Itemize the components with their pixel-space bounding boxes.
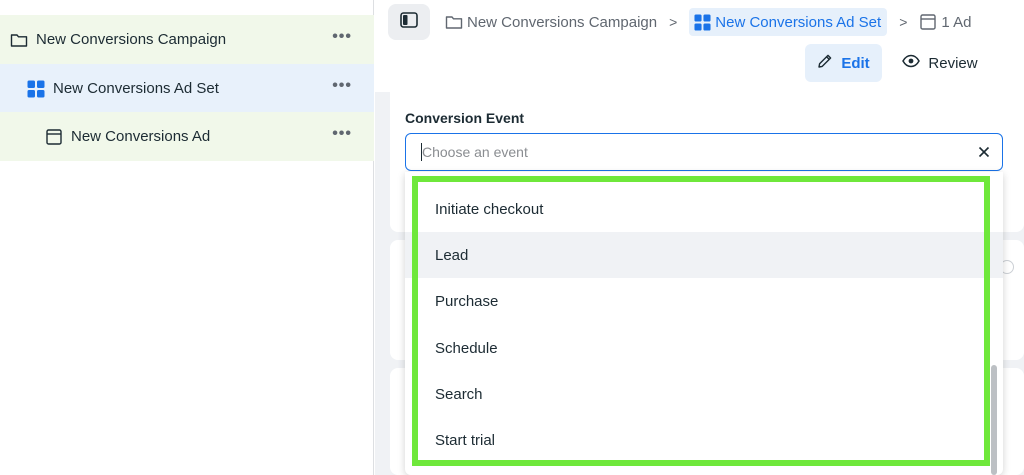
text-caret <box>421 143 422 161</box>
more-options-icon[interactable]: ••• <box>332 78 352 94</box>
event-option[interactable]: Purchase <box>405 278 1003 324</box>
more-options-icon[interactable]: ••• <box>332 126 352 142</box>
tree-item-label: New Conversions Ad <box>71 128 211 145</box>
tree-item-label: New Conversions Ad Set <box>53 80 219 97</box>
conversion-event-label: Conversion Event <box>405 110 525 126</box>
folder-icon <box>10 31 28 49</box>
more-options-icon[interactable]: ••• <box>332 29 352 45</box>
tree-item-ad[interactable]: New Conversions Ad ••• <box>0 112 374 161</box>
dropdown-scrollbar[interactable] <box>991 365 997 475</box>
event-dropdown-list: Initiate checkout Lead Purchase Schedule… <box>405 172 1003 475</box>
grid-icon <box>27 80 45 98</box>
conversion-field-layer: Conversion Event Initiate checkout Lead … <box>375 0 1024 475</box>
event-option[interactable]: Schedule <box>405 325 1003 371</box>
tree-item-adset[interactable]: New Conversions Ad Set ••• <box>0 64 374 113</box>
clear-icon[interactable] <box>975 143 993 161</box>
conversion-event-input[interactable] <box>405 133 1003 171</box>
ad-window-icon <box>45 128 63 146</box>
structure-tree-panel: New Conversions Campaign ••• New Convers… <box>0 0 374 475</box>
event-option[interactable]: Search <box>405 371 1003 417</box>
tree-item-label: New Conversions Campaign <box>36 31 227 48</box>
event-option[interactable]: Lead <box>405 232 1003 278</box>
tree-item-campaign[interactable]: New Conversions Campaign ••• <box>0 15 374 64</box>
event-option[interactable]: Start trial <box>405 417 1003 463</box>
event-option[interactable]: Initiate checkout <box>405 186 1003 232</box>
